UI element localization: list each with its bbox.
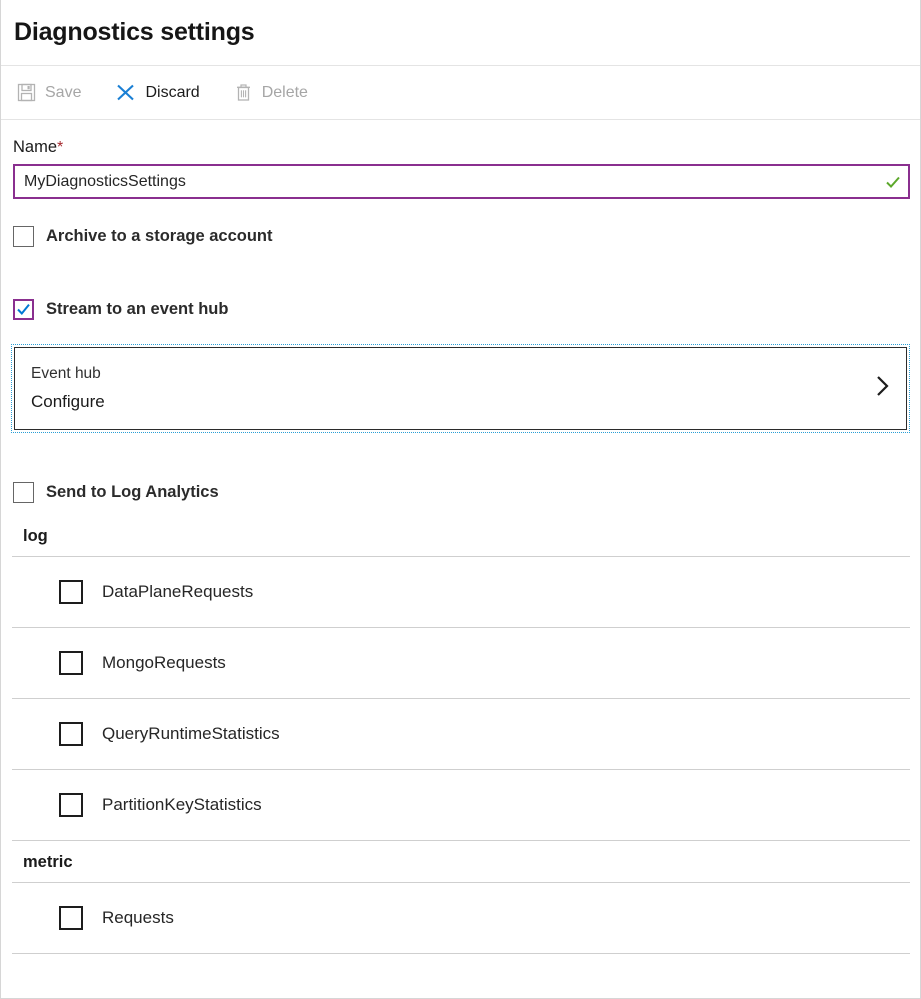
log-label-queryruntimestatistics[interactable]: QueryRuntimeStatistics: [102, 724, 280, 744]
name-field-label: Name*: [1, 120, 920, 164]
log-checkbox-mongorequests[interactable]: [59, 651, 83, 675]
archive-storage-checkbox[interactable]: [13, 226, 34, 247]
log-item-row[interactable]: PartitionKeyStatistics: [1, 770, 920, 840]
metric-checkbox-requests[interactable]: [59, 906, 83, 930]
page-title: Diagnostics settings: [14, 18, 255, 47]
trash-icon: [234, 83, 253, 102]
event-hub-panel-focus-ring: Event hub Configure: [11, 344, 910, 433]
checkmark-icon: [16, 302, 31, 317]
discard-button[interactable]: Discard: [113, 78, 201, 107]
name-input-container: [13, 164, 910, 199]
settings-form: Name* Archive to a storage account Strea…: [1, 120, 920, 954]
log-label-partitionkeystatistics[interactable]: PartitionKeyStatistics: [102, 795, 262, 815]
category-section-log: log DataPlaneRequests MongoRequests Quer…: [1, 527, 920, 841]
log-checkbox-queryruntimestatistics[interactable]: [59, 722, 83, 746]
metric-label-requests[interactable]: Requests: [102, 908, 174, 928]
save-label: Save: [45, 84, 81, 102]
metric-item-row[interactable]: Requests: [1, 883, 920, 953]
chevron-right-icon: [872, 371, 892, 406]
destination-row-send-log-analytics[interactable]: Send to Log Analytics: [1, 482, 920, 503]
log-label-dataplanerequests[interactable]: DataPlaneRequests: [102, 582, 253, 602]
archive-storage-label[interactable]: Archive to a storage account: [46, 227, 272, 246]
diagnostics-settings-blade: Diagnostics settings Save Disca: [0, 0, 921, 999]
log-checkbox-dataplanerequests[interactable]: [59, 580, 83, 604]
send-log-analytics-label[interactable]: Send to Log Analytics: [46, 483, 219, 502]
event-hub-panel-text: Event hub Configure: [31, 365, 105, 412]
destination-row-archive-storage[interactable]: Archive to a storage account: [1, 226, 920, 247]
blade-title-bar: Diagnostics settings: [1, 0, 920, 66]
log-item-row[interactable]: QueryRuntimeStatistics: [1, 699, 920, 769]
section-heading-log: log: [1, 527, 920, 556]
name-input[interactable]: [15, 166, 878, 197]
destination-row-stream-event-hub[interactable]: Stream to an event hub: [1, 299, 920, 320]
delete-label: Delete: [262, 84, 308, 102]
event-hub-panel-action: Configure: [31, 392, 105, 412]
event-hub-configure-panel[interactable]: Event hub Configure: [14, 347, 907, 430]
log-label-mongorequests[interactable]: MongoRequests: [102, 653, 226, 673]
send-log-analytics-checkbox[interactable]: [13, 482, 34, 503]
log-item-row[interactable]: DataPlaneRequests: [1, 557, 920, 627]
category-section-metric: metric Requests: [1, 841, 920, 954]
close-x-icon: [115, 82, 136, 103]
row-divider: [12, 953, 910, 954]
discard-label: Discard: [145, 84, 199, 102]
save-button[interactable]: Save: [15, 79, 83, 106]
stream-event-hub-checkbox[interactable]: [13, 299, 34, 320]
log-item-row[interactable]: MongoRequests: [1, 628, 920, 698]
name-label-text: Name: [13, 138, 57, 156]
event-hub-panel-title: Event hub: [31, 365, 105, 383]
command-bar: Save Discard D: [1, 66, 920, 120]
stream-event-hub-label[interactable]: Stream to an event hub: [46, 300, 228, 319]
checkmark-icon: [878, 173, 908, 191]
section-heading-metric: metric: [1, 841, 920, 882]
delete-button[interactable]: Delete: [232, 79, 310, 106]
required-marker: *: [57, 139, 63, 156]
log-checkbox-partitionkeystatistics[interactable]: [59, 793, 83, 817]
save-icon: [17, 83, 36, 102]
